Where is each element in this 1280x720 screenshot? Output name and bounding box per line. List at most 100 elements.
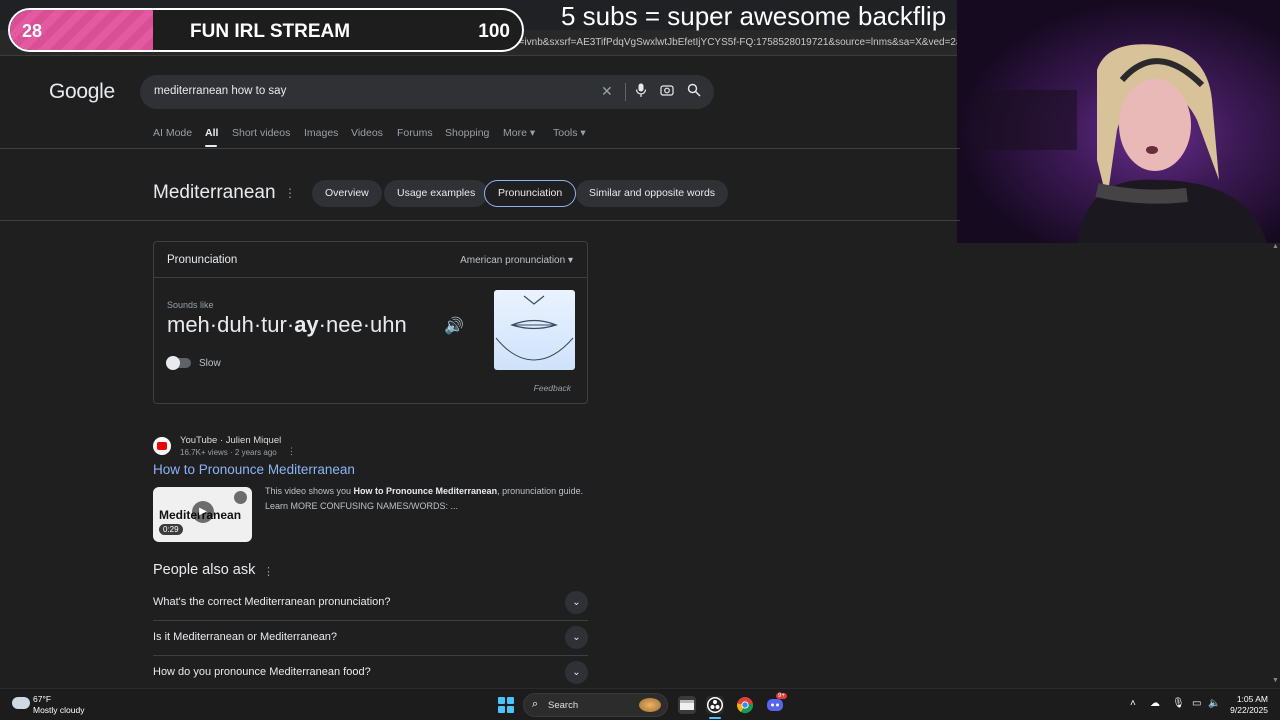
- video-source[interactable]: YouTube · Julien Miquel: [180, 435, 281, 446]
- paa-question-row[interactable]: What's the correct Mediterranean pronunc…: [153, 586, 588, 621]
- expand-icon[interactable]: [234, 491, 247, 504]
- syllable: uhn: [370, 312, 407, 337]
- tab-short-videos[interactable]: Short videos: [232, 127, 290, 139]
- page-scrollbar[interactable]: ▲ ▼: [1270, 243, 1280, 687]
- goal-current-count: 28: [22, 21, 43, 41]
- chevron-down-icon[interactable]: ⌄: [565, 661, 588, 684]
- tab-forums[interactable]: Forums: [397, 127, 433, 139]
- chrome-icon[interactable]: [736, 696, 754, 714]
- tab-ai-mode[interactable]: AI Mode: [153, 127, 192, 139]
- pronunciation-label: Pronunciation: [167, 254, 238, 266]
- file-explorer-icon[interactable]: [678, 696, 696, 714]
- paa-question-row[interactable]: How do you pronounce Mediterranean food?…: [153, 656, 588, 691]
- youtube-icon: [153, 437, 171, 455]
- slow-label: Slow: [199, 358, 221, 369]
- caret-down-icon: ▾: [567, 255, 573, 266]
- windows-start-icon[interactable]: [498, 697, 514, 713]
- windows-taskbar: 67°F Mostly cloudy ⌕ Search 9+ ˄ ☁ 🎙 ▭ 🔈…: [0, 688, 1280, 720]
- webcam-feed: [957, 0, 1280, 243]
- volume-icon[interactable]: 🔈: [1208, 698, 1220, 709]
- clear-icon[interactable]: ✕: [601, 83, 613, 100]
- scroll-down-arrow-icon[interactable]: ▼: [1272, 677, 1279, 684]
- cloud-icon[interactable]: [12, 697, 30, 709]
- obs-icon[interactable]: [706, 696, 724, 714]
- tab-tools[interactable]: Tools ▾: [553, 127, 586, 139]
- chip-pronunciation[interactable]: Pronunciation: [484, 180, 577, 207]
- tab-shopping[interactable]: Shopping: [445, 127, 489, 139]
- mouth-animation: [494, 290, 575, 370]
- scroll-up-arrow-icon[interactable]: ▲: [1272, 243, 1279, 250]
- network-icon[interactable]: ▭: [1192, 698, 1201, 709]
- planet-icon: [639, 698, 661, 712]
- speaker-icon[interactable]: 🔊: [444, 316, 464, 336]
- pronunciation-card: Pronunciation American pronunciation ▾ S…: [153, 241, 588, 404]
- discord-badge: 9+: [776, 693, 787, 699]
- microphone-tray-icon[interactable]: 🎙: [1172, 698, 1185, 709]
- section-divider: [0, 220, 960, 221]
- taskbar-search[interactable]: ⌕ Search: [523, 693, 668, 717]
- microphone-icon[interactable]: [635, 83, 647, 100]
- goal-target-count: 100: [478, 21, 510, 42]
- accent-label: American pronunciation: [460, 255, 566, 266]
- taskbar-search-label: Search: [548, 700, 579, 711]
- chevron-down-icon[interactable]: ⌄: [565, 591, 588, 614]
- chevron-down-icon[interactable]: ⌄: [565, 626, 588, 649]
- camera-search-icon[interactable]: [660, 83, 674, 100]
- weather-tray-icon[interactable]: ☁: [1150, 698, 1160, 709]
- tray-chevron-up-icon[interactable]: ˄: [1130, 698, 1136, 709]
- streamer-figure: [977, 44, 1267, 243]
- tab-videos[interactable]: Videos: [351, 127, 383, 139]
- chip-similar-opposite[interactable]: Similar and opposite words: [576, 180, 729, 207]
- active-tab-indicator: [205, 145, 217, 147]
- chip-overview[interactable]: Overview: [312, 180, 382, 207]
- taskbar-time[interactable]: 1:05 AM: [1226, 694, 1268, 704]
- google-logo[interactable]: Google: [49, 80, 115, 104]
- toggle-knob: [166, 356, 180, 370]
- tab-all[interactable]: All: [205, 127, 218, 139]
- syllable: nee: [326, 312, 363, 337]
- people-also-ask-title: People also ask: [153, 562, 256, 578]
- search-box[interactable]: mediterranean how to say ✕: [140, 75, 714, 109]
- paa-more-icon[interactable]: ⋮: [263, 565, 274, 578]
- tab-more[interactable]: More ▾: [503, 127, 535, 139]
- active-app-indicator: [709, 717, 721, 719]
- snippet-text: , pronunciation guide.: [497, 486, 584, 496]
- more-options-icon[interactable]: ⋮: [284, 186, 296, 200]
- syllable: meh: [167, 312, 210, 337]
- paa-question[interactable]: What's the correct Mediterranean pronunc…: [153, 596, 391, 608]
- search-input[interactable]: mediterranean how to say: [154, 85, 286, 97]
- result-more-icon[interactable]: ⋮: [287, 446, 296, 457]
- play-icon[interactable]: ▶: [192, 501, 214, 523]
- weather-condition[interactable]: Mostly cloudy: [33, 705, 85, 715]
- feedback-link[interactable]: Feedback: [534, 383, 571, 393]
- weather-temperature[interactable]: 67°F: [33, 694, 51, 704]
- chip-usage-examples[interactable]: Usage examples: [384, 180, 489, 207]
- search-icon[interactable]: [687, 83, 701, 100]
- video-duration: 0:29: [159, 524, 183, 535]
- syllable: duh: [217, 312, 254, 337]
- video-thumbnail[interactable]: Mediterranean ▶ 0:29: [153, 487, 252, 542]
- video-title-link[interactable]: How to Pronounce Mediterranean: [153, 462, 355, 477]
- search-divider: [625, 83, 626, 101]
- word-title: Mediterranean: [153, 182, 276, 203]
- phonetic-spelling: meh·duh·tur·ay·nee·uhn: [167, 312, 407, 337]
- stressed-syllable: ay: [294, 312, 319, 337]
- paa-question-row[interactable]: Is it Mediterranean or Mediterranean? ⌄: [153, 621, 588, 656]
- tab-images[interactable]: Images: [304, 127, 338, 139]
- pronunciation-header: Pronunciation American pronunciation ▾: [154, 242, 587, 278]
- paa-question[interactable]: Is it Mediterranean or Mediterranean?: [153, 631, 337, 643]
- stream-goal-bar: 28 FUN IRL STREAM 100: [8, 8, 524, 52]
- video-snippet-line2: Learn MORE CONFUSING NAMES/WORDS: ...: [265, 501, 459, 511]
- video-meta: 16.7K+ views · 2 years ago: [180, 448, 277, 457]
- stream-overlay-message: 5 subs = super awesome backflip: [561, 1, 947, 31]
- header-divider: [0, 148, 960, 149]
- search-icon: ⌕: [532, 698, 539, 710]
- paa-question[interactable]: How do you pronounce Mediterranean food?: [153, 666, 371, 678]
- snippet-bold: How to Pronounce Mediterranean: [353, 486, 498, 496]
- taskbar-date[interactable]: 9/22/2025: [1222, 705, 1268, 715]
- goal-title: FUN IRL STREAM: [190, 21, 351, 42]
- syllable: tur: [261, 312, 287, 337]
- accent-dropdown[interactable]: American pronunciation ▾: [460, 255, 573, 266]
- snippet-text: This video shows you: [265, 486, 354, 496]
- slow-toggle[interactable]: [166, 356, 191, 370]
